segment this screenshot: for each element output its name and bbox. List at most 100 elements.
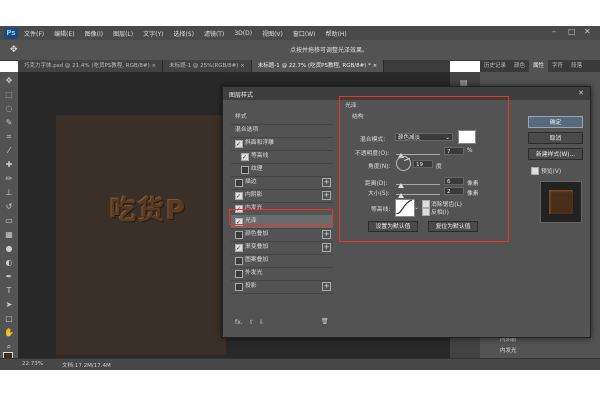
tab-paragraph[interactable]: 段落: [567, 60, 586, 72]
style-preview-box: [540, 181, 582, 223]
style-item[interactable]: 斜面和浮雕: [231, 137, 333, 151]
menu-window[interactable]: 窗口(W): [293, 29, 316, 38]
fx-button[interactable]: fx.: [235, 319, 243, 326]
doc-tab-3[interactable]: 未标题-1 @ 22.7% (吃货PS教程, RGB/8#) * ×: [251, 60, 385, 72]
close-icon[interactable]: ✕: [578, 89, 584, 97]
angle-input[interactable]: 19: [413, 160, 433, 168]
quick-select-icon[interactable]: ✎: [4, 118, 14, 128]
stamp-icon[interactable]: ⊥: [4, 188, 14, 198]
move-up-icon[interactable]: ⇧: [249, 319, 254, 326]
hand-icon[interactable]: ✋: [4, 328, 14, 338]
style-item[interactable]: 图案叠加: [231, 254, 333, 268]
menu-image[interactable]: 图像(I): [85, 29, 103, 38]
lasso-icon[interactable]: ◌: [4, 104, 14, 114]
style-item[interactable]: 投影 +: [231, 280, 333, 294]
new-style-button[interactable]: 新建样式(W)...: [528, 148, 583, 160]
style-item[interactable]: 样式: [231, 111, 333, 125]
style-checkbox[interactable]: [235, 231, 243, 239]
blur-icon[interactable]: ●: [4, 244, 14, 254]
style-checkbox[interactable]: [235, 242, 243, 255]
menu-3d[interactable]: 3D(D): [234, 30, 252, 37]
menu-help[interactable]: 帮助(H): [326, 29, 347, 38]
size-slider-thumb[interactable]: [398, 193, 404, 198]
style-item[interactable]: 内阴影 +: [231, 189, 333, 203]
add-effect-icon[interactable]: +: [322, 178, 331, 187]
style-checkbox[interactable]: [235, 270, 243, 278]
history-brush-icon[interactable]: ↺: [4, 202, 14, 212]
add-effect-icon[interactable]: +: [322, 191, 331, 200]
menu-layer[interactable]: 图层(L): [113, 29, 133, 38]
style-item[interactable]: 等高线: [231, 150, 333, 164]
style-checkbox[interactable]: [235, 257, 243, 265]
style-checkbox[interactable]: [235, 179, 243, 187]
menu-filter[interactable]: 滤镜(T): [204, 29, 224, 38]
style-checkbox[interactable]: [235, 138, 243, 151]
marquee-icon[interactable]: ⬚: [4, 90, 14, 100]
eraser-icon[interactable]: ▭: [4, 216, 14, 226]
contour-dropdown-icon[interactable]: ⌄: [414, 204, 419, 211]
photoshop-logo: Ps: [4, 27, 18, 39]
zoom-level[interactable]: 22.73%: [22, 361, 43, 367]
layer-effect-inner-glow[interactable]: 内发光: [500, 346, 517, 354]
distance-slider-thumb[interactable]: [398, 183, 404, 188]
reset-default-button[interactable]: 复位为默认值: [428, 221, 478, 232]
crop-icon[interactable]: ⌗: [4, 132, 14, 142]
style-item[interactable]: 描边 +: [231, 176, 333, 190]
angle-label: 角度(N):: [368, 164, 391, 170]
add-effect-icon[interactable]: +: [322, 230, 331, 239]
brush-icon[interactable]: ✏: [4, 174, 14, 184]
tab-character[interactable]: 字符: [548, 60, 567, 72]
doc-tab-2[interactable]: 未标题-1 @ 25%(RGB/8#) ×: [163, 60, 252, 72]
path-select-icon[interactable]: ➤: [4, 300, 14, 310]
healing-icon[interactable]: ✚: [4, 160, 14, 170]
tab-properties[interactable]: 属性: [529, 60, 549, 72]
menu-type[interactable]: 文字(Y): [143, 29, 163, 38]
delete-icon[interactable]: 🗑: [321, 318, 329, 325]
invert-checkbox[interactable]: [422, 208, 430, 216]
contour-picker[interactable]: [395, 199, 415, 217]
move-down-icon[interactable]: ⇩: [259, 319, 264, 326]
tab-color[interactable]: 颜色: [510, 60, 529, 72]
style-checkbox[interactable]: [235, 283, 243, 291]
gradient-icon[interactable]: ▦: [4, 230, 14, 240]
eyedropper-icon[interactable]: ⁄: [4, 146, 14, 156]
menu-file[interactable]: 文件(F): [24, 29, 44, 38]
distance-input[interactable]: 6: [444, 177, 464, 185]
minimize-icon[interactable]: –: [552, 27, 556, 36]
size-input[interactable]: 2: [444, 187, 464, 195]
opacity-input[interactable]: 7: [444, 147, 464, 155]
style-item[interactable]: 纹理: [231, 163, 333, 177]
shape-icon[interactable]: ▢: [4, 314, 14, 324]
blend-mode-select[interactable]: 颜色减淡 ⌄: [395, 133, 453, 141]
move-tool-icon[interactable]: ✥: [10, 45, 18, 55]
style-checkbox[interactable]: [241, 166, 249, 174]
menu-view[interactable]: 视图(V): [262, 29, 283, 38]
preview-checkbox[interactable]: [531, 167, 539, 175]
make-default-button[interactable]: 设置为默认值: [368, 221, 418, 232]
zoom-icon[interactable]: ⌕: [4, 342, 14, 352]
document-canvas[interactable]: [56, 115, 226, 355]
style-checkbox[interactable]: [241, 151, 249, 164]
doc-tab-1[interactable]: 巧克力字体.psd @ 21.4% (吃货PS教程, RGB/8#) ×: [18, 60, 164, 72]
type-icon[interactable]: T: [4, 286, 14, 296]
style-item[interactable]: 外发光: [231, 267, 333, 281]
style-item[interactable]: 颜色叠加 +: [231, 228, 333, 242]
add-effect-icon[interactable]: +: [322, 243, 331, 252]
style-item[interactable]: 混合选项: [231, 124, 333, 138]
close-window-icon[interactable]: ✕: [584, 27, 591, 36]
angle-dial-icon[interactable]: [396, 156, 411, 171]
antialias-checkbox[interactable]: [422, 200, 430, 208]
dodge-icon[interactable]: ◐: [4, 258, 14, 268]
cancel-button[interactable]: 取消: [528, 132, 583, 144]
tab-history[interactable]: 历史记录: [480, 60, 510, 72]
style-item[interactable]: 渐变叠加 +: [231, 241, 333, 255]
ok-button[interactable]: 确定: [528, 116, 583, 128]
move-icon[interactable]: ✥: [4, 76, 14, 86]
style-checkbox[interactable]: [235, 190, 243, 203]
pen-icon[interactable]: ✒: [4, 272, 14, 282]
maximize-icon[interactable]: □: [568, 27, 576, 36]
menu-edit[interactable]: 编辑(E): [54, 29, 74, 38]
satin-color-swatch[interactable]: [458, 130, 476, 144]
menu-select[interactable]: 选择(S): [173, 29, 194, 38]
add-effect-icon[interactable]: +: [322, 282, 331, 291]
